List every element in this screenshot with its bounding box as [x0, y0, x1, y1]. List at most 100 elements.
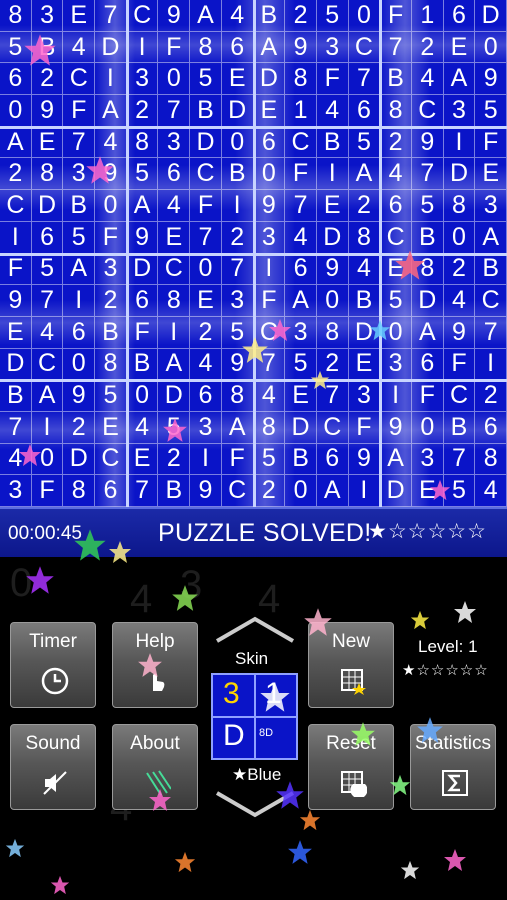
board-cell[interactable]: D: [158, 380, 191, 412]
board-cell[interactable]: 3: [158, 126, 191, 159]
board-cell[interactable]: 4: [411, 63, 444, 96]
board-cell[interactable]: 2: [190, 316, 222, 349]
board-cell[interactable]: 5: [126, 158, 159, 191]
board-cell[interactable]: 0: [443, 221, 476, 254]
board-cell[interactable]: 0: [126, 380, 159, 412]
board-cell[interactable]: 8: [316, 316, 349, 349]
board-cell[interactable]: E: [475, 158, 507, 191]
board-cell[interactable]: 5: [31, 253, 64, 286]
board-cell[interactable]: 7: [443, 443, 476, 476]
board-cell[interactable]: C: [348, 31, 381, 64]
board-cell[interactable]: F: [0, 253, 32, 286]
board-cell[interactable]: 2: [126, 95, 159, 127]
board-cell[interactable]: D: [443, 158, 476, 191]
board-cell[interactable]: F: [221, 443, 254, 476]
board-cell[interactable]: A: [0, 126, 32, 159]
board-cell[interactable]: I: [443, 126, 476, 159]
board-cell[interactable]: C: [63, 63, 96, 96]
board-cell[interactable]: 0: [316, 285, 349, 317]
board-cell[interactable]: 7: [126, 475, 159, 507]
board-cell[interactable]: A: [31, 380, 64, 412]
board-cell[interactable]: A: [443, 63, 476, 96]
board-cell[interactable]: 2: [63, 411, 96, 444]
board-cell[interactable]: 7: [475, 316, 507, 349]
board-cell[interactable]: D: [316, 221, 349, 254]
board-cell[interactable]: 4: [380, 158, 412, 191]
board-cell[interactable]: 6: [475, 411, 507, 444]
board-cell[interactable]: 2: [95, 285, 127, 317]
board-cell[interactable]: 3: [411, 443, 444, 476]
board-cell[interactable]: 6: [31, 221, 64, 254]
board-cell[interactable]: 6: [0, 63, 32, 96]
board-cell[interactable]: F: [95, 221, 127, 254]
board-cell[interactable]: 0: [253, 158, 286, 191]
board-cell[interactable]: 8: [190, 31, 222, 64]
board-cell[interactable]: 9: [475, 63, 507, 96]
board-cell[interactable]: 6: [380, 190, 412, 222]
board-cell[interactable]: 0: [348, 0, 381, 32]
board-cell[interactable]: 8: [63, 475, 96, 507]
board-cell[interactable]: 7: [95, 0, 127, 32]
board-cell[interactable]: 8: [348, 221, 381, 254]
board-cell[interactable]: B: [253, 0, 286, 32]
board-cell[interactable]: E: [190, 285, 222, 317]
board-cell[interactable]: D: [31, 190, 64, 222]
board-cell[interactable]: 5: [411, 190, 444, 222]
board-cell[interactable]: 4: [316, 95, 349, 127]
board-cell[interactable]: B: [63, 190, 96, 222]
board-cell[interactable]: 9: [190, 475, 222, 507]
board-cell[interactable]: 5: [380, 285, 412, 317]
board-cell[interactable]: C: [126, 0, 159, 32]
board-cell[interactable]: 7: [63, 126, 96, 159]
board-cell[interactable]: F: [253, 285, 286, 317]
board-cell[interactable]: 4: [190, 348, 222, 381]
board-cell[interactable]: E: [63, 0, 96, 32]
board-cell[interactable]: 6: [158, 158, 191, 191]
board-cell[interactable]: 7: [158, 95, 191, 127]
board-cell[interactable]: 0: [63, 348, 96, 381]
board-cell[interactable]: D: [63, 443, 96, 476]
board-cell[interactable]: 2: [380, 126, 412, 159]
board-cell[interactable]: B: [0, 380, 32, 412]
board-cell[interactable]: A: [158, 348, 191, 381]
board-cell[interactable]: 5: [253, 443, 286, 476]
board-cell[interactable]: I: [380, 380, 412, 412]
board-cell[interactable]: 0: [0, 95, 32, 127]
board-cell[interactable]: 4: [221, 0, 254, 32]
board-cell[interactable]: 5: [475, 95, 507, 127]
board-cell[interactable]: 4: [31, 316, 64, 349]
board-cell[interactable]: 2: [158, 443, 191, 476]
board-cell[interactable]: C: [221, 475, 254, 507]
board-cell[interactable]: 6: [126, 285, 159, 317]
board-cell[interactable]: C: [31, 348, 64, 381]
board-cell[interactable]: 6: [95, 475, 127, 507]
board-cell[interactable]: E: [158, 221, 191, 254]
board-cell[interactable]: C: [285, 126, 317, 159]
board-cell[interactable]: D: [475, 0, 507, 32]
board-cell[interactable]: I: [63, 285, 96, 317]
board-cell[interactable]: 8: [380, 95, 412, 127]
board-cell[interactable]: 9: [253, 190, 286, 222]
board-cell[interactable]: F: [63, 95, 96, 127]
board-cell[interactable]: 4: [253, 380, 286, 412]
board-cell[interactable]: C: [443, 380, 476, 412]
board-cell[interactable]: B: [126, 348, 159, 381]
board-cell[interactable]: 6: [411, 348, 444, 381]
board-cell[interactable]: 7: [0, 411, 32, 444]
board-cell[interactable]: 2: [221, 221, 254, 254]
board-cell[interactable]: A: [253, 31, 286, 64]
board-cell[interactable]: 6: [443, 0, 476, 32]
board-cell[interactable]: 7: [31, 285, 64, 317]
board-cell[interactable]: B: [158, 475, 191, 507]
board-cell[interactable]: 4: [126, 411, 159, 444]
board-cell[interactable]: B: [221, 158, 254, 191]
board-cell[interactable]: 4: [348, 253, 381, 286]
board-cell[interactable]: B: [475, 253, 507, 286]
board-cell[interactable]: 3: [443, 95, 476, 127]
board-cell[interactable]: 8: [253, 411, 286, 444]
board-cell[interactable]: 0: [221, 126, 254, 159]
board-cell[interactable]: B: [95, 316, 127, 349]
board-cell[interactable]: B: [348, 285, 381, 317]
board-cell[interactable]: F: [31, 475, 64, 507]
board-cell[interactable]: 0: [158, 63, 191, 96]
